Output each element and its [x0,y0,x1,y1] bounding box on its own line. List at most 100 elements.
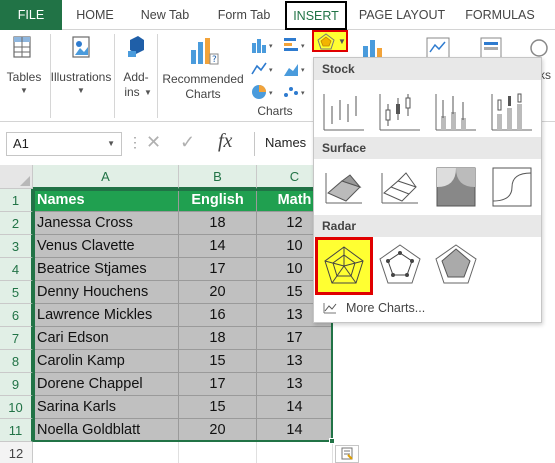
row-header[interactable]: 3 [0,235,33,258]
row-header[interactable]: 4 [0,258,33,281]
table-header-cell[interactable]: English [179,189,257,212]
recommended-charts-label-line2: Charts [185,87,221,101]
filled-radar-chart-icon[interactable] [432,241,480,289]
3d-surface-chart-icon[interactable] [320,163,368,211]
addins-button[interactable]: Add- ins ▼ [116,32,156,99]
table-cell[interactable]: Sarina Karls [33,396,179,419]
tab-new-tab[interactable]: New Tab [132,0,198,30]
tab-file[interactable]: FILE [0,0,62,30]
radar-chart-option-selected[interactable] [315,237,373,295]
column-header-a[interactable]: A [33,165,179,189]
row-header[interactable]: 2 [0,212,33,235]
bar-chart-icon[interactable]: ▾ [282,36,308,54]
name-box-value: A1 [13,136,29,151]
svg-text:?: ? [212,55,217,65]
table-cell[interactable]: Lawrence Mickles [33,304,179,327]
row-header[interactable]: 6 [0,304,33,327]
table-cell[interactable]: Janessa Cross [33,212,179,235]
row-header[interactable]: 10 [0,396,33,419]
grip-icon: ⋮ [128,134,142,150]
scatter-chart-icon[interactable]: ▾ [282,83,308,101]
table-cell[interactable]: Beatrice Stjames [33,258,179,281]
column-header-b[interactable]: B [179,165,257,189]
table-cell[interactable]: Noella Goldblatt [33,419,179,442]
high-low-close-chart-icon[interactable] [320,86,368,134]
row-header[interactable]: 9 [0,373,33,396]
ribbon-divider [157,34,158,118]
addins-label-line1: Add- [123,70,149,84]
table-cell[interactable]: 15 [179,350,257,373]
svg-text:▾: ▾ [301,67,305,74]
table-cell[interactable]: Venus Clavette [33,235,179,258]
radar-with-markers-chart-icon[interactable] [376,241,424,289]
name-box[interactable]: A1 ▼ [6,132,122,156]
table-cell[interactable]: Dorene Chappel [33,373,179,396]
table-cell[interactable]: 14 [257,419,333,442]
empty-cell[interactable] [257,442,333,463]
illustrations-label: Illustrations [50,70,112,84]
ribbon-tabs: FILE HOME New Tab Form Tab INSERT PAGE L… [0,0,555,30]
area-chart-icon[interactable]: ▾ [282,60,308,78]
chart-icon [323,303,337,314]
table-cell[interactable]: 17 [257,327,333,350]
open-high-low-close-chart-icon[interactable] [376,86,424,134]
illustrations-button[interactable]: Illustrations ▼ [50,32,112,98]
table-cell[interactable]: 17 [179,373,257,396]
svg-text:▾: ▾ [269,43,273,50]
table-cell[interactable]: 20 [179,419,257,442]
table-cell[interactable]: 18 [179,212,257,235]
wireframe-contour-chart-icon[interactable] [488,163,536,211]
select-all-button[interactable] [0,165,33,189]
table-cell[interactable]: 15 [179,396,257,419]
table-cell[interactable]: Carolin Kamp [33,350,179,373]
wireframe-3d-surface-chart-icon[interactable] [376,163,424,211]
tab-insert[interactable]: INSERT [285,1,347,30]
table-cell[interactable]: 18 [179,327,257,350]
tab-form-tab[interactable]: Form Tab [208,0,280,30]
table-cell[interactable]: Denny Houchens [33,281,179,304]
table-cell[interactable]: Cari Edson [33,327,179,350]
volume-high-low-close-chart-icon[interactable] [432,86,480,134]
recommended-charts-icon: ? [191,38,219,65]
insert-function-button[interactable]: fx [218,130,232,153]
cancel-icon[interactable]: ✕ [146,132,161,153]
table-header-cell[interactable]: Names [33,189,179,212]
check-icon[interactable]: ✓ [180,132,195,153]
store-icon [128,36,144,57]
column-chart-icon[interactable]: ▾ [250,36,276,54]
table-cell[interactable]: 14 [257,396,333,419]
tables-button[interactable]: Tables ▼ [4,32,44,98]
stock-section-header: Stock [314,58,541,80]
pie-chart-icon[interactable]: ▾ [250,83,276,101]
tab-page-layout[interactable]: PAGE LAYOUT [352,0,452,30]
line-chart-icon[interactable]: ▾ [250,60,276,78]
quick-analysis-button[interactable] [335,445,359,463]
chevron-down-icon[interactable]: ▼ [107,133,115,155]
table-cell[interactable]: 16 [179,304,257,327]
table-cell[interactable]: 13 [257,350,333,373]
more-charts-label: More Charts... [346,301,426,315]
contour-chart-icon[interactable] [432,163,480,211]
row-header[interactable]: 1 [0,189,33,212]
table-cell[interactable]: 17 [179,258,257,281]
row-header[interactable]: 11 [0,419,33,442]
fill-handle[interactable] [329,438,335,444]
quick-analysis-icon [341,447,353,460]
table-cell[interactable]: 20 [179,281,257,304]
empty-cell[interactable] [33,442,179,463]
svg-text:▾: ▾ [269,67,273,74]
table-cell[interactable]: 14 [179,235,257,258]
tab-formulas[interactable]: FORMULAS [460,0,540,30]
volume-open-high-low-close-chart-icon[interactable] [488,86,536,134]
row-header[interactable]: 8 [0,350,33,373]
row-header[interactable]: 5 [0,281,33,304]
tab-home[interactable]: HOME [66,0,124,30]
table-cell[interactable]: 13 [257,373,333,396]
charts-group-label: Charts [257,104,293,118]
other-charts-button[interactable]: ▼ [312,30,348,52]
recommended-charts-button[interactable]: ? Recommended Charts [160,32,246,101]
row-header[interactable]: 7 [0,327,33,350]
row-header[interactable]: 12 [0,442,33,463]
formula-input[interactable]: Names [254,132,314,156]
empty-cell[interactable] [179,442,257,463]
